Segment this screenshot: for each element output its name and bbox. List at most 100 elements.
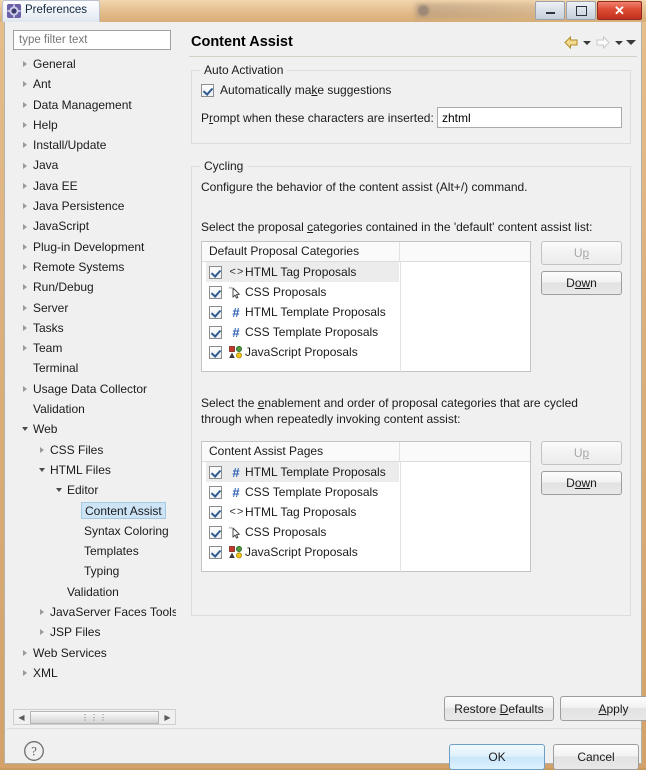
tree-collapsed-arrow-icon[interactable] (19, 643, 30, 663)
scrollbar-thumb[interactable]: ⋮⋮⋮ (30, 710, 159, 724)
minimize-button[interactable] (535, 1, 565, 20)
sidebar-item-general[interactable]: General (13, 54, 176, 74)
tree-collapsed-arrow-icon[interactable] (19, 277, 30, 297)
list-item-checkbox[interactable] (209, 265, 222, 279)
sidebar-item-typing[interactable]: Typing (13, 561, 176, 581)
help-question-icon[interactable]: ? (23, 740, 45, 762)
maximize-button[interactable] (566, 1, 596, 20)
sidebar-item-remote-systems[interactable]: Remote Systems (13, 257, 176, 277)
tree-collapsed-arrow-icon[interactable] (19, 663, 30, 683)
sidebar-item-java-ee[interactable]: Java EE (13, 176, 176, 196)
sidebar-item-tasks[interactable]: Tasks (13, 318, 176, 338)
sidebar-item-validation[interactable]: Validation (13, 582, 176, 602)
panel-splitter[interactable] (183, 24, 187, 726)
default-list-up-button[interactable]: Up (541, 241, 622, 265)
default-proposal-categories-list[interactable]: Default Proposal Categories < > HTML Tag … (201, 241, 531, 373)
list-item[interactable]: JavaScript Proposals (202, 342, 530, 362)
tree-collapsed-arrow-icon[interactable] (36, 440, 47, 460)
sidebar-item-help[interactable]: Help (13, 115, 176, 135)
list-item-checkbox[interactable] (209, 285, 222, 299)
sidebar-item-css-files[interactable]: CSS Files (13, 440, 176, 460)
apply-button[interactable]: Apply (560, 696, 646, 721)
list-item[interactable]: “ CSS Proposals (202, 282, 530, 302)
sidebar-item-web[interactable]: Web (13, 419, 176, 439)
sidebar-item-validation[interactable]: Validation (13, 399, 176, 419)
tree-collapsed-arrow-icon[interactable] (19, 257, 30, 277)
list-item[interactable]: # HTML Template Proposals (202, 462, 530, 482)
default-list-down-button[interactable]: Down (541, 271, 622, 295)
sidebar-item-xml[interactable]: XML (13, 663, 176, 683)
list-item-checkbox[interactable] (209, 465, 222, 479)
sidebar-item-java-persistence[interactable]: Java Persistence (13, 196, 176, 216)
close-button[interactable]: ✕ (597, 1, 642, 20)
default-list-body[interactable]: < > HTML Tag Proposals “ CSS Proposals # HTML… (202, 262, 530, 373)
tree-collapsed-arrow-icon[interactable] (19, 338, 30, 358)
scroll-left-icon[interactable]: ◀ (14, 710, 29, 724)
tree-expanded-arrow-icon[interactable] (36, 460, 47, 480)
list-item-checkbox[interactable] (209, 485, 222, 499)
tree-collapsed-arrow-icon[interactable] (19, 115, 30, 135)
scroll-right-icon[interactable]: ▶ (160, 710, 175, 724)
tree-horizontal-scrollbar[interactable]: ◀ ⋮⋮⋮ ▶ (13, 709, 176, 725)
tree-collapsed-arrow-icon[interactable] (19, 298, 30, 318)
content-assist-pages-list[interactable]: Content Assist Pages # HTML Template Prop… (201, 441, 531, 573)
pages-list-down-button[interactable]: Down (541, 471, 622, 495)
sidebar-item-ant[interactable]: Ant (13, 74, 176, 94)
pages-list-up-button[interactable]: Up (541, 441, 622, 465)
tree-collapsed-arrow-icon[interactable] (19, 155, 30, 175)
cancel-button[interactable]: Cancel (553, 744, 639, 770)
sidebar-item-terminal[interactable]: Terminal (13, 358, 176, 378)
restore-defaults-button[interactable]: Restore Defaults (444, 696, 554, 721)
list-item[interactable]: “ CSS Proposals (202, 522, 530, 542)
sidebar-item-jsp-files[interactable]: JSP Files (13, 622, 176, 642)
sidebar-item-syntax-coloring[interactable]: Syntax Coloring (13, 521, 176, 541)
tree-collapsed-arrow-icon[interactable] (19, 379, 30, 399)
preferences-tree[interactable]: General Ant Data Management Help Install/Upd… (13, 54, 176, 704)
tree-collapsed-arrow-icon[interactable] (19, 95, 30, 115)
tree-collapsed-arrow-icon[interactable] (19, 74, 30, 94)
tree-collapsed-arrow-icon[interactable] (36, 602, 47, 622)
ok-button[interactable]: OK (449, 744, 545, 770)
prompt-characters-input[interactable] (437, 107, 622, 128)
list-item[interactable]: # CSS Template Proposals (202, 482, 530, 502)
sidebar-item-editor[interactable]: Editor (13, 480, 176, 500)
list-item[interactable]: # HTML Template Proposals (202, 302, 530, 322)
back-arrow-icon[interactable] (562, 34, 579, 51)
tree-collapsed-arrow-icon[interactable] (19, 237, 30, 257)
pages-list-body[interactable]: # HTML Template Proposals # CSS Template Pr… (202, 462, 530, 573)
auto-suggest-row[interactable]: Automatically make suggestions (201, 83, 391, 97)
list-item-checkbox[interactable] (209, 525, 222, 539)
list-item[interactable]: # CSS Template Proposals (202, 322, 530, 342)
sidebar-item-java[interactable]: Java (13, 155, 176, 175)
forward-history-dropdown-icon[interactable] (614, 34, 623, 51)
sidebar-item-server[interactable]: Server (13, 298, 176, 318)
sidebar-item-run-debug[interactable]: Run/Debug (13, 277, 176, 297)
sidebar-item-web-services[interactable]: Web Services (13, 643, 176, 663)
list-item[interactable]: < > HTML Tag Proposals (202, 502, 530, 522)
tree-collapsed-arrow-icon[interactable] (19, 216, 30, 236)
tree-collapsed-arrow-icon[interactable] (36, 622, 47, 642)
sidebar-item-content-assist[interactable]: Content Assist (13, 501, 176, 521)
list-item-checkbox[interactable] (209, 325, 222, 339)
tree-expanded-arrow-icon[interactable] (19, 419, 30, 439)
sidebar-item-html-files[interactable]: HTML Files (13, 460, 176, 480)
tree-collapsed-arrow-icon[interactable] (19, 176, 30, 196)
list-item[interactable]: JavaScript Proposals (202, 542, 530, 562)
tree-collapsed-arrow-icon[interactable] (19, 196, 30, 216)
auto-suggest-checkbox[interactable] (201, 83, 214, 97)
sidebar-item-team[interactable]: Team (13, 338, 176, 358)
list-item-checkbox[interactable] (209, 305, 222, 319)
tree-expanded-arrow-icon[interactable] (53, 480, 64, 500)
sidebar-item-javaserver-faces-tools[interactable]: JavaServer Faces Tools (13, 602, 176, 622)
back-history-dropdown-icon[interactable] (582, 34, 591, 51)
tree-collapsed-arrow-icon[interactable] (19, 318, 30, 338)
list-item[interactable]: < > HTML Tag Proposals (202, 262, 530, 282)
tree-collapsed-arrow-icon[interactable] (19, 54, 30, 74)
sidebar-item-javascript[interactable]: JavaScript (13, 216, 176, 236)
sidebar-item-plug-in-development[interactable]: Plug-in Development (13, 237, 176, 257)
sidebar-item-templates[interactable]: Templates (13, 541, 176, 561)
list-item-checkbox[interactable] (209, 345, 222, 359)
list-item-checkbox[interactable] (209, 545, 222, 559)
view-menu-icon[interactable] (625, 34, 636, 51)
list-item-checkbox[interactable] (209, 505, 222, 519)
